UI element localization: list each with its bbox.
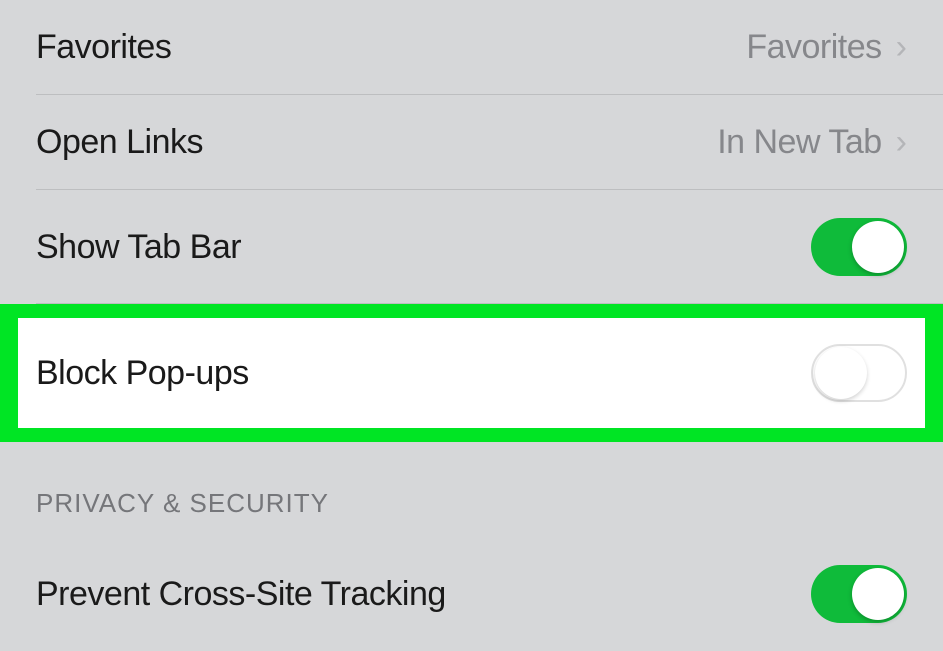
settings-list: Favorites Favorites › Open Links In New … <box>0 0 943 651</box>
block-popups-row: Block Pop-ups <box>18 318 925 428</box>
toggle-knob-icon <box>852 568 904 620</box>
favorites-label: Favorites <box>36 28 171 67</box>
block-popups-toggle[interactable] <box>811 344 907 402</box>
open-links-value: In New Tab <box>717 123 881 162</box>
privacy-security-section-header: PRIVACY & SECURITY <box>0 442 943 537</box>
privacy-security-header-label: PRIVACY & SECURITY <box>36 488 907 519</box>
favorites-value: Favorites <box>746 28 881 67</box>
toggle-knob-icon <box>852 221 904 273</box>
open-links-right: In New Tab › <box>717 123 907 162</box>
chevron-right-icon: › <box>896 28 907 67</box>
show-tab-bar-row: Show Tab Bar <box>0 190 943 304</box>
prevent-cross-site-row: Prevent Cross-Site Tracking <box>0 537 943 651</box>
chevron-right-icon: › <box>896 123 907 162</box>
open-links-label: Open Links <box>36 123 203 162</box>
block-popups-label: Block Pop-ups <box>36 354 249 393</box>
open-links-row[interactable]: Open Links In New Tab › <box>0 95 943 190</box>
prevent-cross-site-label: Prevent Cross-Site Tracking <box>36 575 446 614</box>
favorites-row[interactable]: Favorites Favorites › <box>0 0 943 95</box>
prevent-cross-site-toggle[interactable] <box>811 565 907 623</box>
show-tab-bar-label: Show Tab Bar <box>36 228 241 267</box>
block-popups-highlight: Block Pop-ups <box>0 304 943 442</box>
favorites-right: Favorites › <box>746 28 907 67</box>
show-tab-bar-toggle[interactable] <box>811 218 907 276</box>
toggle-knob-icon <box>815 347 867 399</box>
